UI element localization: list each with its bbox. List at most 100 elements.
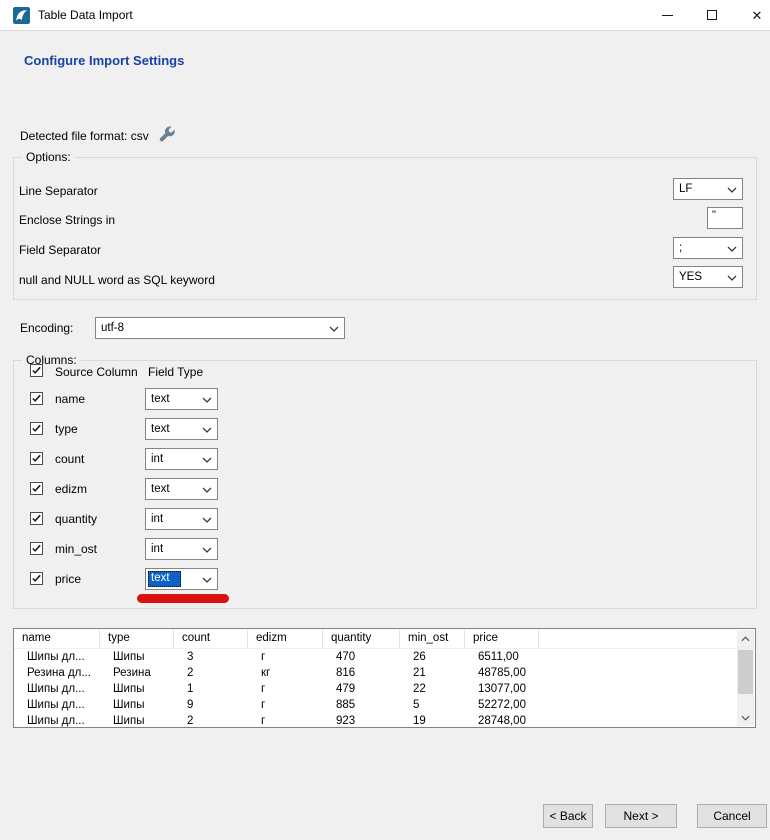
annotation-underline [137, 594, 229, 603]
column-checkbox[interactable] [30, 542, 43, 555]
column-checkbox[interactable] [30, 572, 43, 585]
preview-column-header[interactable]: min_ost [400, 629, 465, 648]
table-row[interactable]: Шипы дл...Шипы3г470266511,00 [14, 649, 755, 665]
null-keyword-label: null and NULL word as SQL keyword [19, 273, 215, 287]
line-separator-value: LF [679, 183, 692, 196]
column-name-label: edizm [55, 482, 87, 496]
table-cell: 48785,00 [465, 665, 539, 681]
field-type-dropdown[interactable]: text [145, 388, 218, 410]
field-type-dropdown[interactable]: int [145, 508, 218, 530]
column-row: price text [0, 568, 770, 598]
minimize-icon [662, 15, 673, 16]
column-checkbox[interactable] [30, 422, 43, 435]
vertical-scrollbar[interactable] [737, 630, 754, 726]
wrench-icon[interactable] [157, 125, 176, 144]
table-cell: 5 [400, 697, 465, 713]
table-cell: 9 [174, 697, 248, 713]
preview-column-header[interactable]: quantity [323, 629, 400, 648]
chevron-down-icon [202, 547, 212, 553]
preview-table-body: Шипы дл...Шипы3г470266511,00Резина дл...… [14, 649, 755, 728]
field-type-dropdown[interactable]: text [145, 478, 218, 500]
preview-column-header[interactable]: count [174, 629, 248, 648]
scroll-down-button[interactable] [737, 709, 754, 726]
field-type-dropdown[interactable]: int [145, 448, 218, 470]
select-all-columns-checkbox[interactable] [30, 364, 43, 377]
table-cell: г [248, 697, 323, 713]
column-row: type text [0, 418, 770, 448]
back-button-label: < Back [549, 809, 586, 823]
chevron-down-icon [727, 275, 737, 281]
maximize-button[interactable] [692, 0, 732, 30]
table-row[interactable]: Шипы дл...Шипы2г9231928748,00 [14, 713, 755, 728]
close-button[interactable]: ✕ [737, 0, 770, 30]
back-button[interactable]: < Back [543, 804, 593, 828]
encoding-label: Encoding: [20, 321, 73, 335]
column-row: name text [0, 388, 770, 418]
close-icon: ✕ [752, 9, 763, 22]
line-separator-label: Line Separator [19, 184, 98, 198]
preview-column-header[interactable]: type [100, 629, 174, 648]
column-row: quantity int [0, 508, 770, 538]
next-button[interactable]: Next > [605, 804, 677, 828]
field-separator-value: ; [679, 242, 682, 255]
field-type-dropdown[interactable]: int [145, 538, 218, 560]
field-separator-dropdown[interactable]: ; [673, 237, 743, 259]
title-bar: Table Data Import ✕ [0, 0, 770, 31]
table-cell: 26 [400, 649, 465, 665]
column-checkbox[interactable] [30, 452, 43, 465]
cancel-button[interactable]: Cancel [697, 804, 767, 828]
check-icon [31, 453, 42, 464]
scroll-up-button[interactable] [737, 630, 754, 647]
preview-column-header[interactable]: price [465, 629, 539, 648]
line-separator-dropdown[interactable]: LF [673, 178, 743, 200]
chevron-down-icon [741, 715, 750, 721]
null-keyword-dropdown[interactable]: YES [673, 266, 743, 288]
table-cell: кг [248, 665, 323, 681]
table-cell: Резина дл... [14, 665, 100, 681]
table-cell: Шипы [100, 681, 174, 697]
next-button-label: Next > [623, 809, 658, 823]
check-icon [31, 543, 42, 554]
maximize-icon [707, 10, 717, 20]
table-cell: 52272,00 [465, 697, 539, 713]
column-row: count int [0, 448, 770, 478]
table-cell: Шипы дл... [14, 713, 100, 728]
preview-column-header[interactable]: edizm [248, 629, 323, 648]
column-checkbox[interactable] [30, 512, 43, 525]
chevron-down-icon [202, 427, 212, 433]
column-checkbox[interactable] [30, 392, 43, 405]
table-cell: 3 [174, 649, 248, 665]
table-cell: 2 [174, 713, 248, 728]
source-column-header: Source Column [55, 365, 138, 379]
preview-column-header[interactable]: name [14, 629, 100, 648]
table-cell: 479 [323, 681, 400, 697]
mysql-workbench-dolphin-icon [13, 7, 30, 24]
enclose-strings-input[interactable] [707, 207, 743, 229]
table-row[interactable]: Резина дл...Резина2кг8162148785,00 [14, 665, 755, 681]
table-cell: г [248, 681, 323, 697]
table-row[interactable]: Шипы дл...Шипы9г885552272,00 [14, 697, 755, 713]
field-type-dropdown[interactable]: text [145, 418, 218, 440]
encoding-dropdown[interactable]: utf-8 [95, 317, 345, 339]
field-type-value: text [151, 393, 170, 406]
preview-header-filler [539, 629, 755, 648]
columns-rows: name text type text count int edizm text [0, 388, 770, 598]
minimize-button[interactable] [647, 0, 687, 30]
null-keyword-value: YES [679, 271, 702, 284]
scrollbar-thumb[interactable] [738, 650, 753, 694]
column-name-label: price [55, 572, 81, 586]
table-cell: 2 [174, 665, 248, 681]
table-row[interactable]: Шипы дл...Шипы1г4792213077,00 [14, 681, 755, 697]
cancel-button-label: Cancel [713, 809, 750, 823]
column-row: min_ost int [0, 538, 770, 568]
check-icon [31, 393, 42, 404]
chevron-down-icon [202, 457, 212, 463]
field-type-dropdown[interactable]: text [145, 568, 218, 590]
field-type-value: text [151, 423, 170, 436]
table-cell: 21 [400, 665, 465, 681]
options-group-label: Options: [22, 150, 75, 164]
table-cell: Шипы [100, 649, 174, 665]
column-checkbox[interactable] [30, 482, 43, 495]
preview-table-header: nametypecountedizmquantitymin_ostprice [14, 629, 755, 649]
check-icon [31, 365, 42, 376]
